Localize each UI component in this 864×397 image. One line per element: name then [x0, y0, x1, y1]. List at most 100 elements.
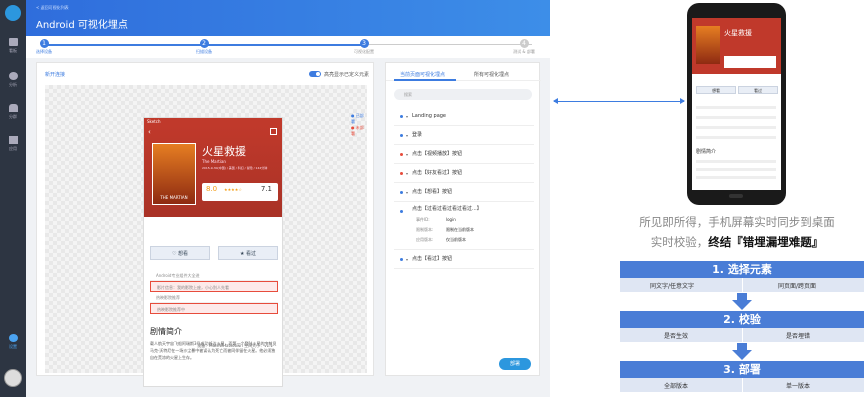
- highlight-toggle[interactable]: [309, 71, 321, 77]
- phone-illustration: 火星救援 想看 看过 剧情简介: [687, 3, 786, 205]
- step-number: 3: [359, 39, 369, 48]
- flow-step-1: 1. 选择元素: [620, 261, 864, 278]
- seen-label: 看过: [246, 251, 257, 257]
- flow-step-1-options: 同文字/任意文字 同页面/跨页面: [620, 278, 864, 292]
- list-item[interactable]: ▾ 登录: [394, 126, 534, 145]
- share-icon[interactable]: [270, 128, 277, 135]
- main-area: 新开连接 高亮显示已定义元素 ● 已部署 ● 未部署 Sketch ‹ THE …: [26, 58, 550, 397]
- event-label: 点击【看过】按钮: [412, 256, 453, 262]
- list-item-highlighted[interactable]: 热映影院推荐中: [150, 303, 278, 314]
- step-number: 2: [199, 39, 209, 48]
- sidebar: 看板 分析 分群 应用 设置: [0, 0, 26, 397]
- tab-current-page[interactable]: 当前页面可视化埋点: [400, 71, 445, 78]
- back-arrow-icon[interactable]: ‹: [148, 128, 151, 136]
- info-rows: Android专业组件大全进 影片信息：我的影院上座，小心别人先看 热映影院推荐…: [150, 270, 278, 314]
- device-footer: 设备：MateWHatsoown 空间大小：v1.1: [197, 343, 273, 348]
- step-2[interactable]: 2 扫描设备: [179, 39, 229, 55]
- phone-illustration-row: [696, 116, 776, 119]
- flow-option: 同页面/跨页面: [778, 283, 817, 290]
- movie-subtitle: The Martian: [202, 159, 226, 164]
- flow-step-2: 2. 校验: [620, 311, 864, 328]
- device-canvas[interactable]: ● 已部署 ● 未部署 Sketch ‹ THE MARTIAN 火星救援 Th…: [45, 85, 367, 387]
- divider: [742, 278, 743, 292]
- divider: [742, 378, 743, 392]
- want-label: 想看: [178, 251, 189, 257]
- section-title: 剧情简介: [150, 327, 182, 336]
- caption: 所见即所得，手机屏幕实时同步到桌面 实时校验，终结『错埋漏埋难题』: [617, 212, 857, 252]
- step-3[interactable]: 3 可视化配置: [339, 39, 389, 55]
- flow-arrow-icon: [732, 343, 752, 360]
- monitor-icon: [8, 136, 18, 144]
- chevron-down-icon: ▾: [406, 190, 409, 195]
- phone-illustration-hero: 火星救援: [692, 18, 781, 74]
- phone-status-bar: Sketch: [144, 118, 282, 125]
- sidebar-item-label: 分群: [9, 114, 17, 119]
- events-list: ▾ Landing page ▾ 登录 ▾ 点击【视频播放】按钮 ▾ 点击【好友看过】按…: [394, 107, 534, 269]
- sidebar-item-segment[interactable]: 分群: [0, 104, 26, 120]
- field-value: 仅当前版本: [446, 237, 466, 242]
- gear-icon: [8, 334, 18, 342]
- caption-line-2b: 终结『错埋漏埋难题』: [708, 235, 824, 249]
- tab-all-events[interactable]: 所有可视化埋点: [474, 71, 509, 78]
- status-dot: [400, 258, 403, 261]
- step-label: 可视化配置: [354, 49, 374, 54]
- event-detail-header[interactable]: 点击【过看过看过看过看过...】: [394, 202, 534, 216]
- flow-step-3: 3. 部署: [620, 361, 864, 378]
- list-item[interactable]: Android专业组件大全进: [150, 270, 278, 281]
- status-dot: [400, 115, 403, 118]
- home-button-icon: [729, 194, 743, 198]
- event-label: 点击【过看过看过看过看过...】: [412, 206, 482, 212]
- movie-poster[interactable]: THE MARTIAN: [152, 143, 196, 205]
- list-item-highlighted[interactable]: 影片信息：我的影院上座，小心别人先看: [150, 281, 278, 292]
- sidebar-item-apps[interactable]: 应用: [0, 136, 26, 152]
- avatar[interactable]: [4, 369, 22, 387]
- seen-button[interactable]: ★ 看过: [218, 246, 278, 260]
- list-item[interactable]: ▾ 点击【视频播放】按钮: [394, 145, 534, 164]
- sidebar-item-label: 设置: [9, 344, 17, 349]
- highlight-toggle-label: 高亮显示已定义元素: [324, 72, 370, 78]
- step-1[interactable]: 1 选择设备: [19, 39, 69, 55]
- list-item[interactable]: 热映影院推荐: [150, 292, 278, 303]
- sidebar-item-analysis[interactable]: 分析: [0, 72, 26, 88]
- status-dot: [400, 134, 403, 137]
- chevron-down-icon: ▾: [406, 152, 409, 157]
- caption-line-1: 所见即所得，手机屏幕实时同步到桌面: [639, 215, 835, 229]
- phone-illustration-row: [696, 136, 776, 139]
- deploy-button[interactable]: 部署: [499, 358, 531, 370]
- app-logo[interactable]: [5, 5, 21, 21]
- chevron-down-icon: ▾: [406, 171, 409, 176]
- event-label: Landing page: [412, 113, 447, 119]
- step-4[interactable]: 4 测试 & 部署: [499, 39, 549, 55]
- want-button[interactable]: ♡ 想看: [150, 246, 210, 260]
- event-detail[interactable]: 点击【过看过看过看过看过...】 事件ID: login 限制版本: 限制在当前版本…: [394, 202, 534, 250]
- movie-hero: ‹ THE MARTIAN 火星救援 The Martian 2015-9-30…: [144, 125, 282, 217]
- flow-arrow-icon: [732, 293, 752, 310]
- list-item[interactable]: ▾ 点击【看过】按钮: [394, 250, 534, 269]
- phone-illustration-seen: 看过: [738, 86, 778, 94]
- phone-illustration-poster: [696, 26, 720, 64]
- field-label: 限制版本:: [416, 227, 434, 232]
- list-item[interactable]: ▾ Landing page: [394, 107, 534, 126]
- sidebar-item-label: 看板: [9, 48, 17, 53]
- score-value: 8.0: [206, 185, 218, 193]
- dashboard-icon: [8, 38, 18, 46]
- phone-illustration-section: 剧情简介: [696, 149, 717, 155]
- back-link[interactable]: < 返回可视化列表: [36, 5, 69, 11]
- caption-line-2a: 实时校验，: [650, 235, 709, 249]
- flow-option: 是否生效: [664, 333, 689, 340]
- flow-option: 全部版本: [664, 383, 689, 390]
- step-number: 1: [39, 39, 49, 48]
- sidebar-item-settings[interactable]: 设置: [0, 334, 26, 350]
- flow-step-3-options: 全部版本 单一版本: [620, 378, 864, 392]
- sidebar-item-label: 分析: [9, 82, 17, 87]
- legend-label: 未部署: [351, 125, 364, 136]
- divider: [742, 328, 743, 342]
- list-item[interactable]: ▾ 点击【好友看过】按钮: [394, 164, 534, 183]
- search-input[interactable]: 搜索: [394, 89, 532, 100]
- flow-step-2-options: 是否生效 是否埋错: [620, 328, 864, 342]
- stepper: 1 选择设备 2 扫描设备 3 可视化配置 4 测试 & 部署: [26, 36, 550, 58]
- list-item[interactable]: ▾ 点击【想看】按钮: [394, 183, 534, 202]
- field-label: 应用版本:: [416, 237, 434, 242]
- star-rating: ★★★★☆: [224, 187, 242, 192]
- new-connection-link[interactable]: 新开连接: [45, 71, 65, 78]
